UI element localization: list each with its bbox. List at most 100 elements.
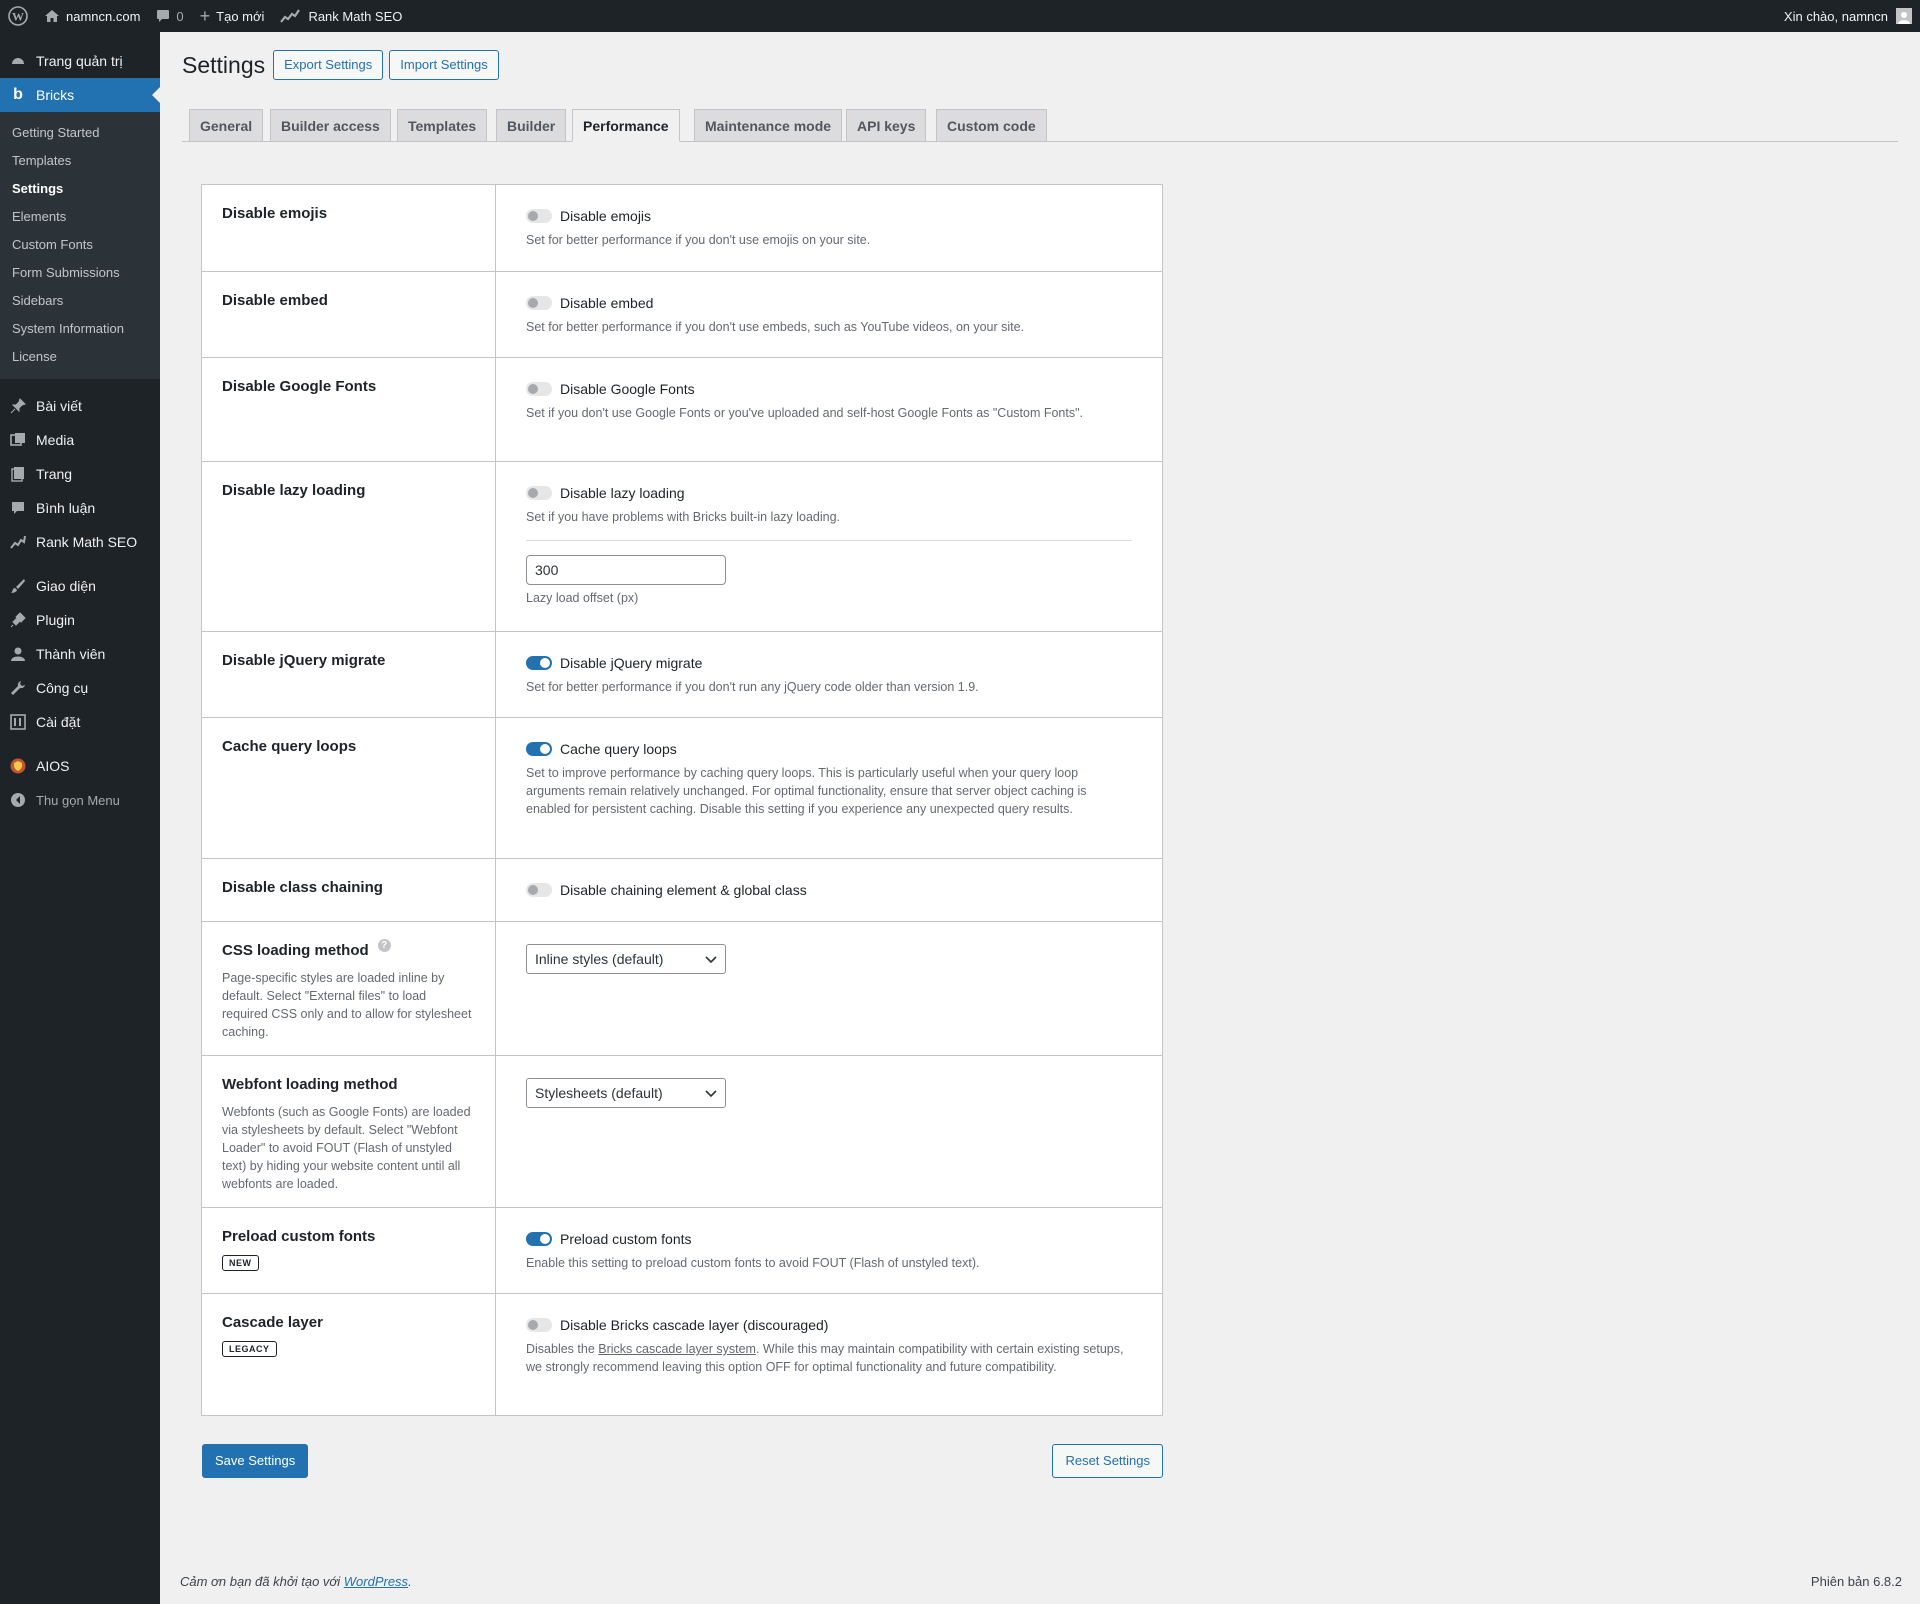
lazy-load-offset-input[interactable]: 300 bbox=[526, 555, 726, 585]
lazy-load-offset-hint: Lazy load offset (px) bbox=[526, 591, 639, 605]
cache-query-loops-toggle[interactable]: Cache query loops bbox=[526, 740, 1132, 758]
disable-lazy-loading-toggle[interactable]: Disable lazy loading bbox=[526, 484, 1132, 502]
webfont-loading-method-select[interactable]: Stylesheets (default) bbox=[526, 1078, 726, 1108]
sidebar-item-aios[interactable]: AIOS bbox=[0, 749, 160, 783]
sidebar-item-settings[interactable]: Cài đặt bbox=[0, 705, 160, 739]
submenu-sidebars[interactable]: Sidebars bbox=[0, 287, 160, 315]
submenu-elements[interactable]: Elements bbox=[0, 203, 160, 231]
setting-description: Enable this setting to preload custom fo… bbox=[526, 1256, 980, 1270]
tab-builder-access[interactable]: Builder access bbox=[270, 109, 391, 142]
sidebar-item-label: Rank Math SEO bbox=[36, 534, 138, 550]
collapse-arrow-icon bbox=[10, 792, 26, 808]
sidebar-item-users[interactable]: Thành viên bbox=[0, 637, 160, 671]
rank-math-link[interactable]: Rank Math SEO bbox=[272, 0, 410, 32]
toggle-switch[interactable] bbox=[526, 883, 552, 897]
rank-math-icon bbox=[10, 534, 26, 550]
submenu-templates[interactable]: Templates bbox=[0, 147, 160, 175]
tab-performance[interactable]: Performance bbox=[572, 109, 680, 142]
submenu-form-submissions[interactable]: Form Submissions bbox=[0, 259, 160, 287]
new-content-link[interactable]: + Tạo mới bbox=[192, 0, 273, 32]
svg-text:W: W bbox=[12, 10, 24, 24]
submenu-license[interactable]: License bbox=[0, 343, 160, 371]
setting-label: Cascade layer bbox=[222, 1314, 323, 1331]
form-actions: Save Settings Reset Settings bbox=[202, 1444, 1163, 1478]
disable-jquery-migrate-toggle[interactable]: Disable jQuery migrate bbox=[526, 654, 1132, 672]
help-icon[interactable]: ? bbox=[377, 939, 391, 952]
sidebar-item-comments[interactable]: Bình luận bbox=[0, 491, 160, 525]
footer-thanks-text: Cảm ơn bạn đã khởi tạo với bbox=[180, 1574, 344, 1589]
sidebar-item-appearance[interactable]: Giao diện bbox=[0, 569, 160, 603]
tab-maintenance-mode[interactable]: Maintenance mode bbox=[694, 109, 843, 142]
toggle-switch[interactable] bbox=[526, 742, 552, 756]
submenu-settings[interactable]: Settings bbox=[0, 175, 160, 203]
home-icon bbox=[44, 9, 60, 23]
sidebar-item-label: Công cụ bbox=[36, 680, 89, 696]
tab-api-keys[interactable]: API keys bbox=[846, 109, 927, 142]
disable-cascade-layer-toggle[interactable]: Disable Bricks cascade layer (discourage… bbox=[526, 1316, 1132, 1334]
sidebar-item-posts[interactable]: Bài viết bbox=[0, 389, 160, 423]
legacy-badge: LEGACY bbox=[222, 1341, 277, 1357]
divider bbox=[526, 540, 1132, 541]
tab-custom-code[interactable]: Custom code bbox=[936, 109, 1047, 142]
comments-link[interactable]: 0 bbox=[148, 0, 191, 32]
user-account-menu[interactable]: Xin chào, namncn bbox=[1784, 8, 1920, 24]
disable-embed-toggle[interactable]: Disable embed bbox=[526, 294, 1132, 312]
avatar bbox=[1896, 8, 1912, 24]
sidebar-item-rank-math[interactable]: Rank Math SEO bbox=[0, 525, 160, 559]
setting-row-webfont-loading-method: Webfont loading method Webfonts (such as… bbox=[202, 1055, 1162, 1207]
site-name-link[interactable]: namncn.com bbox=[36, 0, 148, 32]
paintbrush-icon bbox=[10, 578, 26, 594]
wordpress-logo-icon[interactable]: W bbox=[0, 0, 36, 32]
toggle-switch[interactable] bbox=[526, 1232, 552, 1246]
admin-sidebar: Trang quản trị b Bricks Getting Started … bbox=[0, 32, 160, 1604]
submenu-custom-fonts[interactable]: Custom Fonts bbox=[0, 231, 160, 259]
save-settings-button[interactable]: Save Settings bbox=[202, 1444, 309, 1478]
plugin-icon bbox=[10, 612, 26, 628]
tab-general[interactable]: General bbox=[189, 109, 264, 142]
new-content-label: Tạo mới bbox=[216, 8, 265, 24]
description-text: Disables the bbox=[526, 1342, 599, 1356]
toggle-switch[interactable] bbox=[526, 296, 552, 310]
wrench-icon bbox=[10, 680, 26, 696]
tab-templates[interactable]: Templates bbox=[397, 109, 488, 142]
toggle-label: Disable jQuery migrate bbox=[560, 655, 703, 671]
sidebar-item-media[interactable]: Media bbox=[0, 423, 160, 457]
toggle-switch[interactable] bbox=[526, 486, 552, 500]
export-settings-button[interactable]: Export Settings bbox=[273, 50, 384, 80]
preload-custom-fonts-toggle[interactable]: Preload custom fonts bbox=[526, 1230, 1132, 1248]
footer-version: Phiên bản 6.8.2 bbox=[1810, 1574, 1902, 1589]
toggle-switch[interactable] bbox=[526, 1318, 552, 1332]
sidebar-item-bricks[interactable]: b Bricks bbox=[0, 78, 160, 112]
rank-math-icon bbox=[280, 9, 301, 23]
disable-emojis-toggle[interactable]: Disable emojis bbox=[526, 207, 1132, 225]
comments-icon bbox=[10, 500, 26, 516]
disable-google-fonts-toggle[interactable]: Disable Google Fonts bbox=[526, 380, 1132, 398]
toggle-switch[interactable] bbox=[526, 382, 552, 396]
tab-builder[interactable]: Builder bbox=[496, 109, 567, 142]
setting-row-css-loading-method: CSS loading method? Page-specific styles… bbox=[202, 921, 1162, 1055]
toggle-switch[interactable] bbox=[526, 209, 552, 223]
wordpress-link[interactable]: WordPress bbox=[344, 1574, 408, 1589]
reset-settings-button[interactable]: Reset Settings bbox=[1052, 1444, 1163, 1478]
bricks-submenu: Getting Started Templates Settings Eleme… bbox=[0, 112, 160, 379]
sidebar-item-label: Trang quản trị bbox=[36, 53, 123, 69]
setting-description: Set if you have problems with Bricks bui… bbox=[526, 510, 841, 524]
select-value: Stylesheets (default) bbox=[535, 1085, 663, 1101]
import-settings-button[interactable]: Import Settings bbox=[389, 50, 499, 80]
setting-label-description: Page-specific styles are loaded inline b… bbox=[222, 971, 472, 1039]
setting-description: Set for better performance if you don't … bbox=[526, 680, 979, 694]
sidebar-item-pages[interactable]: Trang bbox=[0, 457, 160, 491]
toggle-switch[interactable] bbox=[526, 656, 552, 670]
dashboard-icon bbox=[10, 53, 26, 69]
sidebar-item-plugins[interactable]: Plugin bbox=[0, 603, 160, 637]
collapse-menu-button[interactable]: Thu gọn Menu bbox=[0, 783, 160, 817]
css-loading-method-select[interactable]: Inline styles (default) bbox=[526, 944, 726, 974]
disable-class-chaining-toggle[interactable]: Disable chaining element & global class bbox=[526, 881, 1132, 899]
cascade-layer-link[interactable]: Bricks cascade layer system bbox=[598, 1342, 756, 1356]
admin-footer: Cảm ơn bạn đã khởi tạo với WordPress. Ph… bbox=[180, 1574, 1902, 1589]
submenu-getting-started[interactable]: Getting Started bbox=[0, 119, 160, 147]
submenu-system-information[interactable]: System Information bbox=[0, 315, 160, 343]
setting-label: Preload custom fonts bbox=[222, 1228, 376, 1245]
sidebar-item-dashboard[interactable]: Trang quản trị bbox=[0, 44, 160, 78]
sidebar-item-tools[interactable]: Công cụ bbox=[0, 671, 160, 705]
